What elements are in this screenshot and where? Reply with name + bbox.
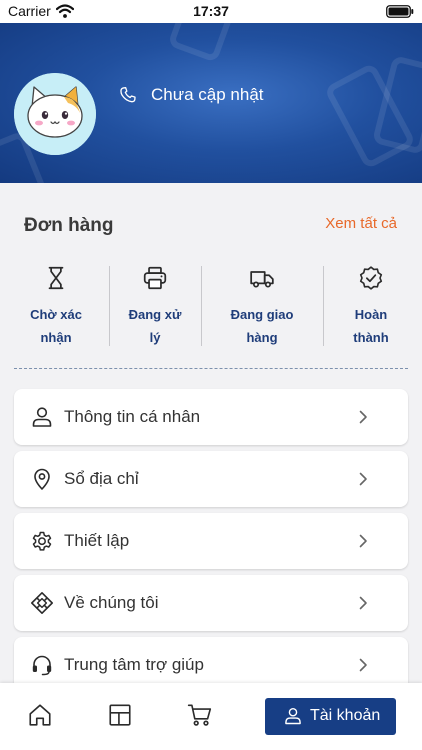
phone-icon bbox=[120, 87, 136, 103]
person-icon bbox=[32, 407, 52, 427]
location-pin-icon bbox=[34, 468, 50, 490]
chevron-right-icon bbox=[359, 410, 367, 424]
menu-label: Trung tâm trợ giúp bbox=[64, 655, 204, 674]
orders-title: Đơn hàng bbox=[24, 215, 114, 236]
dashed-separator bbox=[14, 368, 408, 369]
diamond-grid-icon bbox=[31, 592, 53, 614]
phone-number-text[interactable]: Chưa cập nhật bbox=[151, 85, 264, 105]
avatar[interactable] bbox=[14, 73, 96, 155]
cart-icon bbox=[187, 704, 212, 726]
layout-grid-icon bbox=[109, 704, 131, 726]
order-status-pending[interactable]: Chờ xác nhận bbox=[14, 265, 98, 349]
chevron-right-icon bbox=[359, 472, 367, 486]
tab-account[interactable]: Tài khoản bbox=[265, 698, 396, 735]
truck-icon bbox=[250, 271, 274, 288]
cat-avatar-icon bbox=[14, 73, 96, 155]
order-status-label: Chờ xác nhận bbox=[30, 307, 82, 345]
status-time: 17:37 bbox=[193, 3, 229, 19]
profile-header: Chưa cập nhật bbox=[0, 23, 422, 183]
menu-item-about-us[interactable]: Về chúng tôi bbox=[14, 575, 408, 631]
chevron-right-icon bbox=[359, 534, 367, 548]
tab-account-label: Tài khoản bbox=[310, 707, 381, 724]
status-bar: Carrier 17:37 bbox=[0, 0, 422, 23]
chevron-right-icon bbox=[359, 596, 367, 610]
battery-icon bbox=[386, 5, 414, 18]
menu-label: Sổ địa chỉ bbox=[64, 469, 139, 488]
order-divider bbox=[109, 266, 110, 346]
home-icon bbox=[29, 704, 51, 726]
menu-item-address-book[interactable]: Sổ địa chỉ bbox=[14, 451, 408, 507]
menu-label: Thiết lập bbox=[64, 531, 130, 550]
account-content: Đơn hàng Xem tất cả Chờ xác nhận Đang xử… bbox=[0, 183, 422, 693]
verified-badge-icon bbox=[359, 266, 383, 290]
headset-icon bbox=[32, 655, 52, 676]
gear-icon bbox=[32, 531, 52, 551]
order-divider bbox=[201, 266, 202, 346]
tab-cart[interactable] bbox=[187, 702, 213, 728]
order-status-label: Hoàn thành bbox=[353, 307, 389, 345]
order-status-shipping[interactable]: Đang giao hàng bbox=[204, 265, 320, 349]
menu-item-personal-info[interactable]: Thông tin cá nhân bbox=[14, 389, 408, 445]
tab-home[interactable] bbox=[27, 702, 53, 728]
view-all-orders-link[interactable]: Xem tất cả bbox=[325, 215, 397, 232]
order-status-processing[interactable]: Đang xử lý bbox=[112, 265, 198, 349]
tab-categories[interactable] bbox=[107, 702, 133, 728]
order-status-label: Đang xử lý bbox=[128, 307, 182, 345]
person-icon bbox=[285, 707, 301, 725]
printer-icon bbox=[143, 266, 167, 290]
order-status-label: Đang giao hàng bbox=[230, 307, 294, 345]
chevron-right-icon bbox=[359, 658, 367, 672]
bottom-tab-bar: Tài khoản bbox=[0, 683, 422, 750]
menu-label: Về chúng tôi bbox=[64, 593, 159, 612]
order-status-completed[interactable]: Hoàn thành bbox=[326, 265, 416, 349]
hourglass-icon bbox=[48, 266, 64, 290]
menu-item-settings[interactable]: Thiết lập bbox=[14, 513, 408, 569]
menu-label: Thông tin cá nhân bbox=[64, 407, 201, 426]
order-divider bbox=[323, 266, 324, 346]
